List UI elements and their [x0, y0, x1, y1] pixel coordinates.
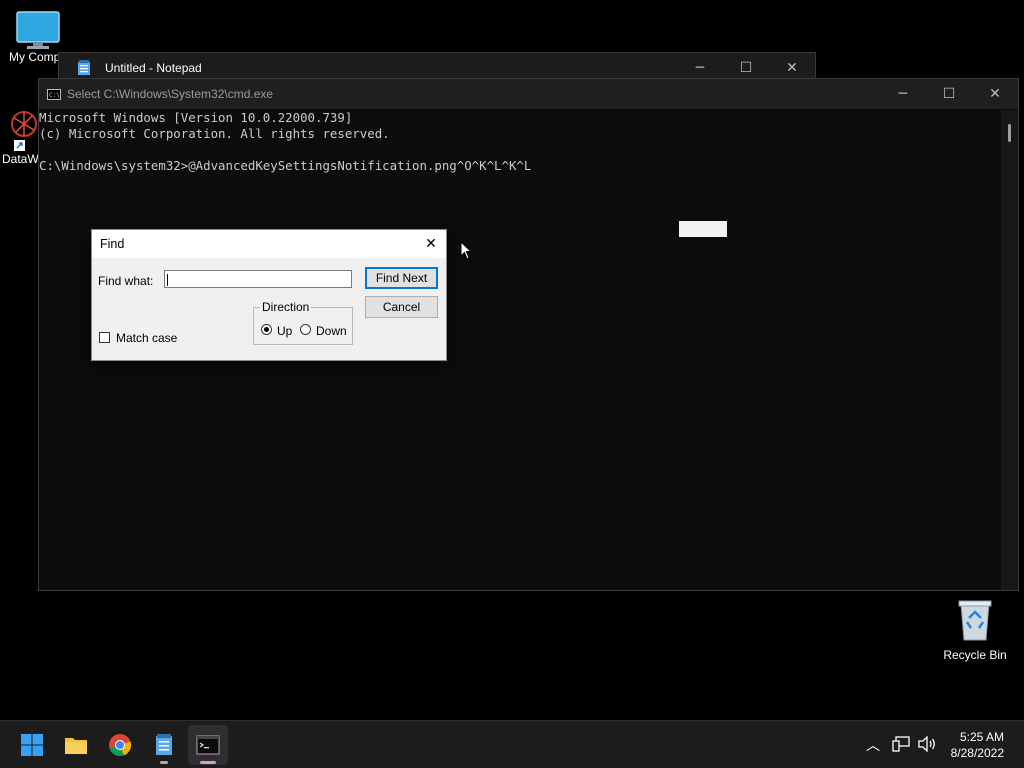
cancel-button[interactable]: Cancel — [365, 296, 438, 318]
console-line: (c) Microsoft Corporation. All rights re… — [39, 126, 390, 141]
chrome-icon[interactable] — [108, 733, 132, 757]
notepad-running-indicator — [160, 761, 168, 764]
clock-date: 8/28/2022 — [950, 746, 1004, 760]
cmd-maximize-button[interactable]: ☐ — [926, 86, 972, 102]
notepad-maximize-button[interactable]: ☐ — [723, 60, 769, 76]
cmd-title: Select C:\Windows\System32\cmd.exe — [67, 87, 274, 101]
desktop-icon-dataw[interactable]: DataW — [0, 108, 40, 166]
find-close-button[interactable]: ✕ — [416, 236, 446, 252]
cmd-minimize-button[interactable]: ─ — [880, 86, 926, 102]
mouse-cursor-icon — [460, 241, 473, 260]
direction-up-label: Up — [277, 324, 293, 338]
selection-highlight — [679, 221, 727, 237]
cmd-active-indicator — [200, 761, 216, 764]
volume-icon[interactable] — [917, 736, 937, 752]
cmd-app-icon: C:\ — [47, 88, 61, 100]
find-dialog[interactable]: Find ✕ Find what: Find Next Cancel Direc… — [91, 229, 447, 361]
match-case-label: Match case — [116, 331, 178, 345]
cmd-scrollbar[interactable] — [1001, 110, 1018, 590]
network-icon[interactable] — [892, 736, 910, 752]
direction-label: Direction — [260, 300, 312, 314]
direction-group: Direction Up Down — [253, 300, 353, 345]
monitor-icon — [16, 11, 60, 49]
taskbar: ︿ 5:25 AM 8/28/2022 — [0, 720, 1024, 768]
direction-up-radio[interactable] — [261, 324, 272, 335]
notepad-icon[interactable] — [152, 733, 176, 757]
clock-time: 5:25 AM — [959, 730, 1004, 744]
cmd-close-button[interactable]: ✕ — [972, 86, 1018, 102]
find-next-button[interactable]: Find Next — [365, 267, 438, 289]
notepad-title: Untitled - Notepad — [105, 61, 202, 75]
console-line: C:\Windows\system32>@AdvancedKeySettings… — [39, 158, 532, 173]
match-case-checkbox[interactable] — [99, 332, 110, 343]
find-titlebar[interactable]: Find ✕ — [92, 230, 446, 258]
desktop-icon-recycle-bin[interactable]: Recycle Bin — [940, 598, 1010, 662]
show-hidden-icons-chevron-icon[interactable]: ︿ — [866, 735, 880, 755]
find-what-input[interactable] — [164, 270, 352, 288]
desktop-icon-label: DataW — [2, 152, 39, 166]
cmd-icon — [196, 735, 220, 755]
notepad-icon — [78, 60, 90, 75]
cmd-taskbar-button[interactable] — [188, 725, 228, 765]
notepad-minimize-button[interactable]: ─ — [677, 60, 723, 76]
clock[interactable]: 5:25 AM 8/28/2022 — [951, 729, 1004, 761]
notepad-close-button[interactable]: ✕ — [769, 60, 815, 76]
start-icon[interactable] — [20, 733, 44, 757]
dataw-icon — [11, 111, 37, 151]
text-caret — [167, 274, 168, 286]
direction-down-radio[interactable] — [300, 324, 311, 335]
file-explorer-icon[interactable] — [64, 733, 88, 757]
direction-down-label: Down — [316, 324, 347, 338]
scrollbar-thumb[interactable] — [1008, 124, 1011, 142]
desktop-icon-label: Recycle Bin — [943, 648, 1007, 662]
find-what-label: Find what: — [98, 274, 154, 288]
console-line: Microsoft Windows [Version 10.0.22000.73… — [39, 110, 353, 125]
cmd-titlebar[interactable]: C:\ Select C:\Windows\System32\cmd.exe ─… — [39, 79, 1018, 109]
find-title: Find — [100, 237, 125, 251]
recycle-bin-icon — [958, 600, 992, 641]
